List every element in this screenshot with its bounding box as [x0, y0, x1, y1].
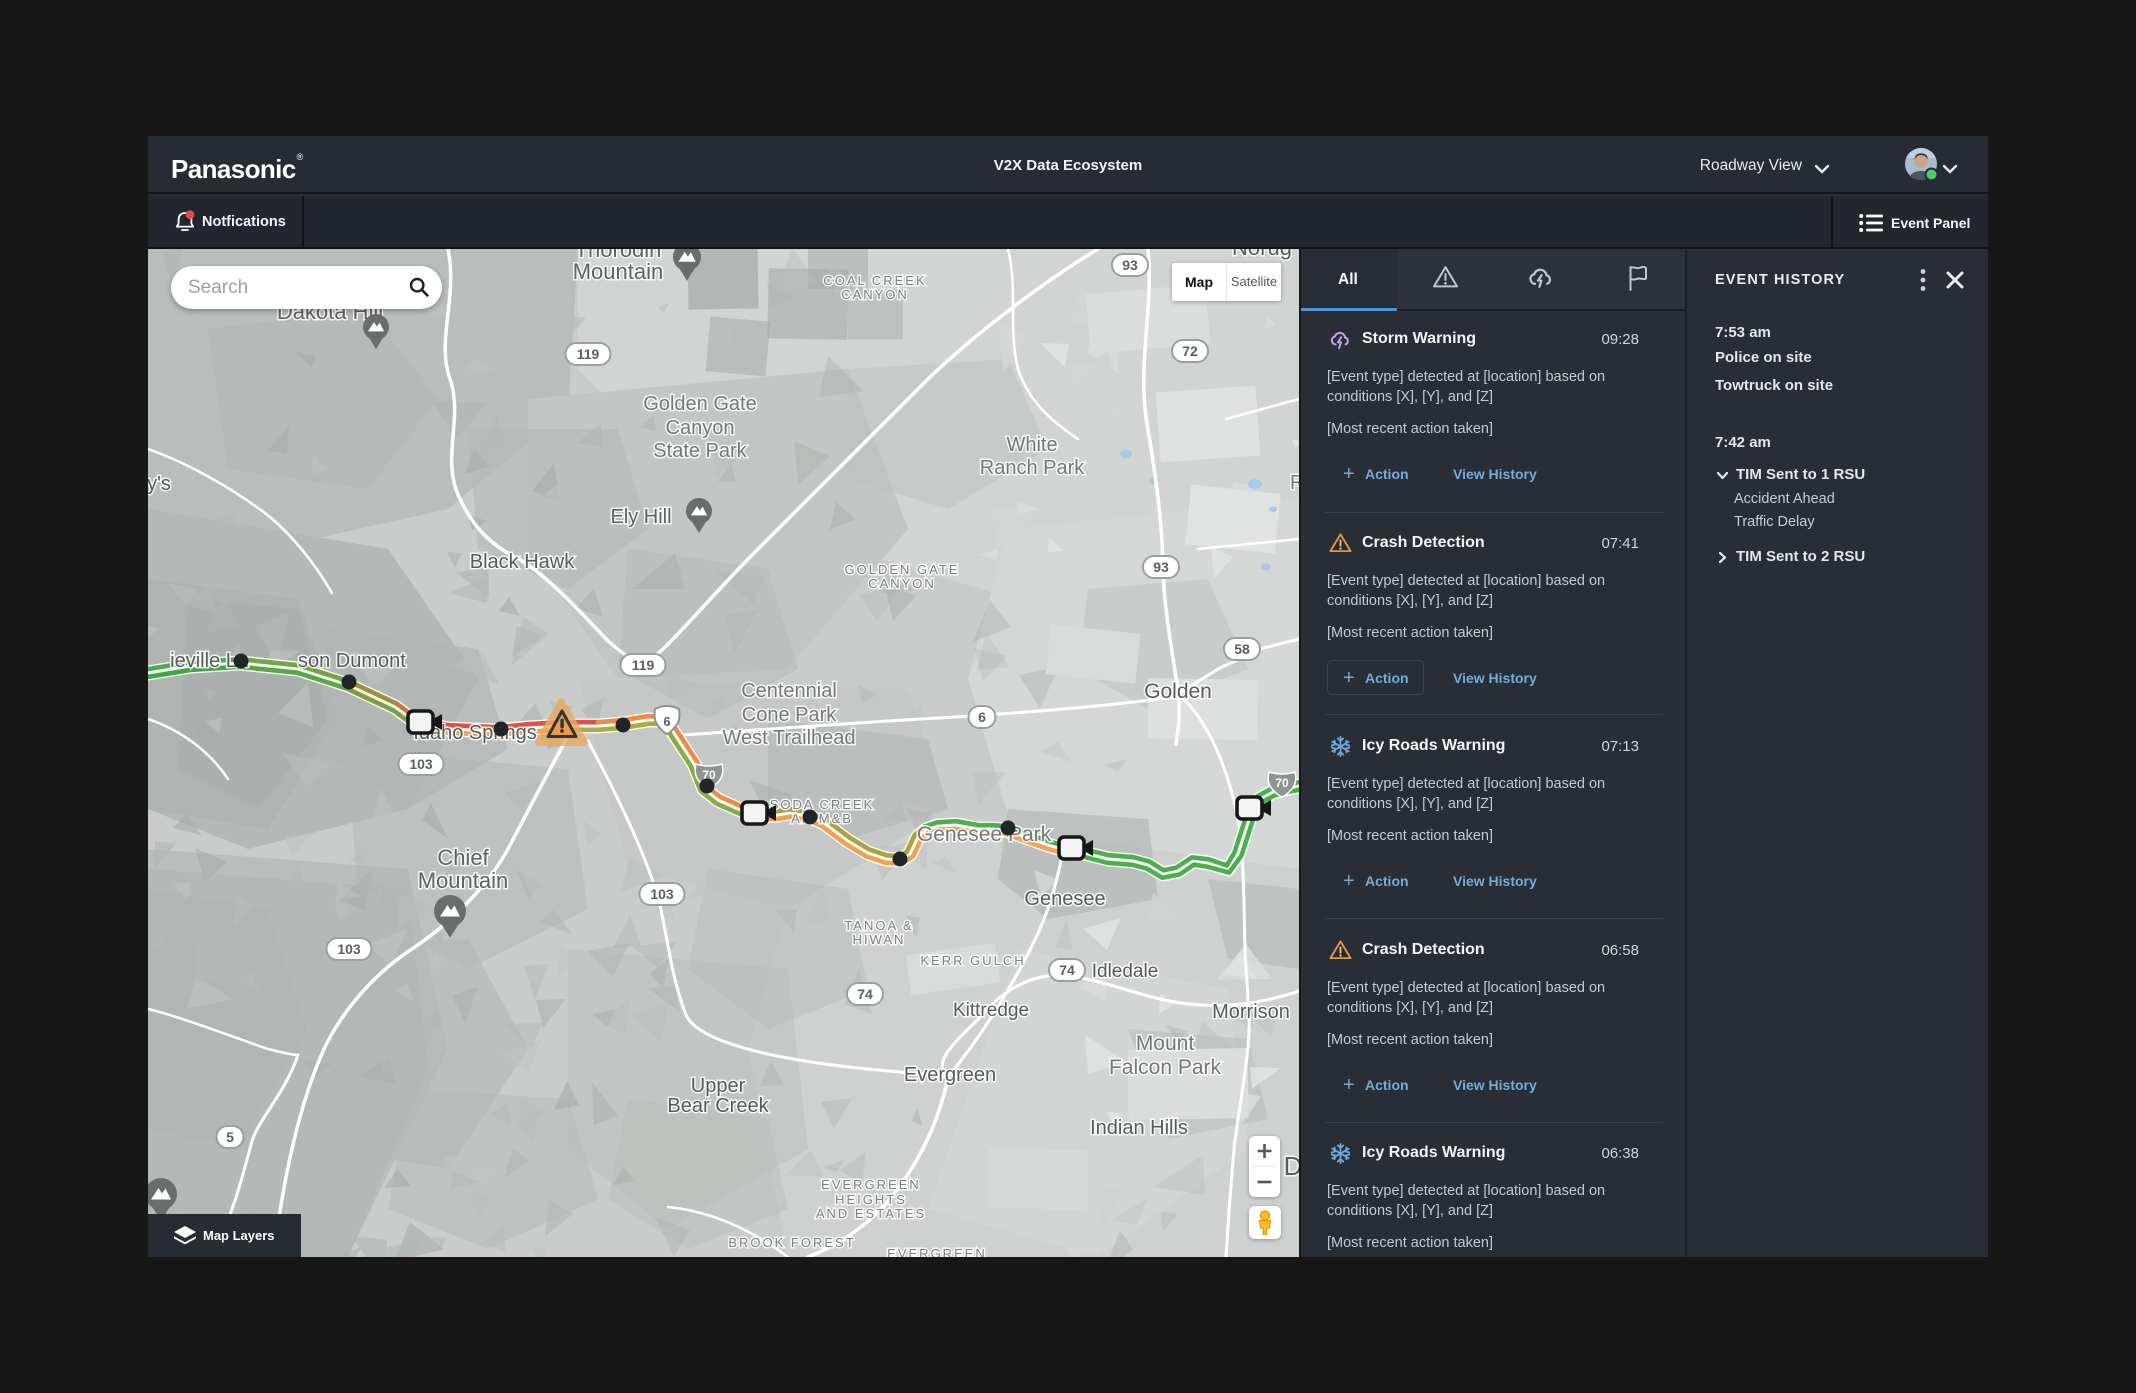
svg-text:Chief: Chief: [437, 845, 489, 870]
svg-text:EVERGREEN: EVERGREEN: [821, 1177, 921, 1192]
svg-text:93: 93: [1153, 559, 1169, 575]
svg-text:West Trailhead: West Trailhead: [722, 727, 855, 749]
svg-text:HIWAN: HIWAN: [853, 932, 906, 947]
svg-text:119: 119: [577, 346, 600, 362]
svg-text:5: 5: [226, 1129, 234, 1145]
svg-text:Morrison: Morrison: [1212, 1001, 1290, 1023]
svg-text:CANYON: CANYON: [841, 287, 909, 302]
svg-text:103: 103: [650, 886, 674, 902]
svg-text:AN M&B: AN M&B: [791, 811, 853, 826]
svg-text:CANYON: CANYON: [868, 576, 936, 591]
svg-text:Golden: Golden: [1144, 680, 1212, 703]
svg-text:KERR GULCH: KERR GULCH: [920, 953, 1025, 968]
svg-text:SODA CREEK: SODA CREEK: [770, 797, 875, 812]
svg-text:y's: y's: [148, 473, 171, 495]
svg-text:son Dumont: son Dumont: [298, 650, 406, 672]
svg-text:72: 72: [1182, 343, 1198, 359]
svg-text:Mountain: Mountain: [573, 259, 664, 284]
svg-text:Golden Gate: Golden Gate: [643, 393, 756, 415]
svg-text:Canyon: Canyon: [666, 417, 735, 439]
svg-text:Falcon Park: Falcon Park: [1109, 1056, 1222, 1079]
svg-text:White: White: [1006, 434, 1057, 456]
svg-text:Ely Hill: Ely Hill: [610, 506, 671, 528]
svg-text:Ranch Park: Ranch Park: [980, 457, 1085, 479]
svg-text:Black Hawk: Black Hawk: [470, 551, 575, 573]
svg-text:6: 6: [663, 714, 670, 729]
svg-text:Evergreen: Evergreen: [904, 1064, 996, 1086]
svg-text:Mountain: Mountain: [418, 868, 509, 893]
svg-text:Norug: Norug: [1232, 249, 1292, 260]
svg-text:Idledale: Idledale: [1092, 961, 1159, 982]
svg-text:AND ESTATES: AND ESTATES: [816, 1206, 926, 1221]
svg-text:GOLDEN GATE: GOLDEN GATE: [845, 562, 960, 577]
svg-text:74: 74: [1059, 962, 1075, 978]
svg-text:Upper: Upper: [691, 1075, 746, 1097]
svg-text:Centennial: Centennial: [741, 680, 837, 702]
svg-text:Genesee: Genesee: [1024, 888, 1105, 910]
svg-text:119: 119: [632, 657, 655, 673]
svg-text:58: 58: [1234, 641, 1250, 657]
svg-text:D: D: [1284, 1151, 1299, 1181]
svg-text:103: 103: [409, 756, 433, 772]
svg-text:6: 6: [978, 709, 986, 725]
svg-text:Mount: Mount: [1136, 1032, 1195, 1055]
svg-text:Bear Creek: Bear Creek: [667, 1095, 769, 1117]
svg-text:103: 103: [337, 941, 361, 957]
svg-text:HEIGHTS: HEIGHTS: [835, 1192, 907, 1207]
svg-text:State Park: State Park: [653, 440, 747, 462]
svg-text:Kittredge: Kittredge: [953, 1000, 1029, 1021]
svg-text:COAL CREEK: COAL CREEK: [823, 273, 926, 288]
svg-text:70: 70: [1275, 776, 1289, 790]
svg-text:BROOK FOREST: BROOK FOREST: [728, 1235, 855, 1250]
svg-text:Indian Hills: Indian Hills: [1090, 1117, 1188, 1139]
svg-text:93: 93: [1122, 257, 1138, 273]
svg-text:TANOA &: TANOA &: [844, 918, 913, 933]
svg-text:Cone Park: Cone Park: [742, 704, 837, 726]
svg-text:EVERGREEN: EVERGREEN: [887, 1246, 987, 1257]
svg-text:74: 74: [857, 986, 873, 1002]
svg-text:RAL: RAL: [1290, 472, 1299, 494]
svg-text:Genesee Park: Genesee Park: [917, 823, 1052, 846]
